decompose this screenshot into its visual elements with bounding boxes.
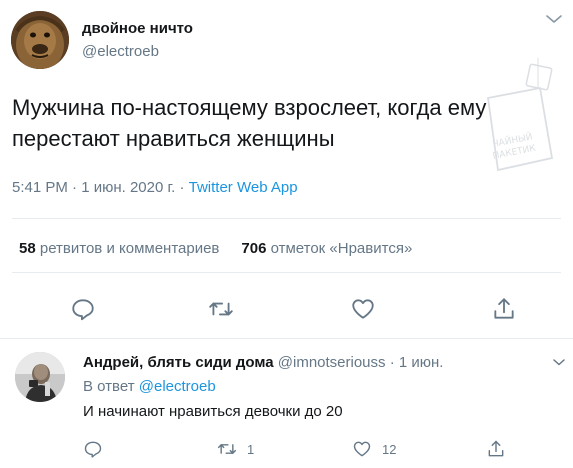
tweet-meta: 5:41 PM · 1 июн. 2020 г. · Twitter Web A… xyxy=(12,179,298,196)
reply-to-prefix: В ответ xyxy=(83,378,139,395)
tweet-text: Мужчина по-настоящему взрослеет, когда е… xyxy=(12,95,487,151)
reply-like-count: 12 xyxy=(382,441,397,457)
author-avatar[interactable] xyxy=(11,11,69,69)
share-icon[interactable] xyxy=(491,296,517,322)
retweet-icon[interactable] xyxy=(208,296,234,322)
divider xyxy=(0,338,573,339)
author-display-name[interactable]: двойное ничто xyxy=(82,20,193,37)
reply-icon[interactable] xyxy=(83,439,103,459)
share-icon[interactable] xyxy=(486,439,506,459)
retweets-count: 58 xyxy=(19,240,36,257)
divider xyxy=(12,218,561,219)
tweet-source-app[interactable]: Twitter Web App xyxy=(189,179,298,196)
like-icon[interactable] xyxy=(350,296,376,322)
reply-like-button[interactable]: 12 xyxy=(352,438,396,460)
reply-header: Андрей, блять сиди дома @imnotseriouss ·… xyxy=(83,354,443,371)
tweet-timestamp[interactable]: 5:41 PM · 1 июн. 2020 г. · xyxy=(12,179,189,196)
reply-time[interactable]: · 1 июн. xyxy=(386,354,444,371)
reply-retweet-button[interactable]: 1 xyxy=(217,438,254,460)
reply-retweet-count: 1 xyxy=(247,441,255,457)
reply-text: И начинают нравиться девочки до 20 xyxy=(83,403,343,420)
reply-icon[interactable] xyxy=(70,296,96,322)
reply-handle[interactable]: @imnotseriouss xyxy=(278,354,386,371)
retweets-label: ретвитов и комментариев xyxy=(39,240,220,257)
chevron-down-icon[interactable] xyxy=(551,354,567,370)
likes-stat[interactable]: 706 отметок «Нравится» xyxy=(241,240,412,257)
reply-share-button[interactable] xyxy=(486,438,506,460)
tweet-stats: 58 ретвитов и комментариев 706 отметок «Н… xyxy=(19,240,412,257)
author-handle[interactable]: @electroeb xyxy=(82,43,159,60)
reply-avatar[interactable] xyxy=(15,352,65,402)
reply-tweet[interactable]: Андрей, блять сиди дома @imnotseriouss ·… xyxy=(0,340,573,468)
reply-to-mention[interactable]: @electroeb xyxy=(139,378,216,395)
chevron-down-icon[interactable] xyxy=(543,8,565,30)
reply-to-line: В ответ @electroeb xyxy=(83,378,216,395)
retweet-icon[interactable] xyxy=(217,439,237,459)
likes-label: отметок «Нравится» xyxy=(270,240,413,257)
main-tweet: двойное ничто @electroeb ЧАЙНЫЙ ПАКЕТИК … xyxy=(0,0,573,340)
retweets-stat[interactable]: 58 ретвитов и комментариев xyxy=(19,240,219,257)
reply-reply-button[interactable] xyxy=(83,438,103,460)
reply-display-name[interactable]: Андрей, блять сиди дома xyxy=(83,354,274,371)
divider xyxy=(12,272,561,273)
like-icon[interactable] xyxy=(352,439,372,459)
likes-count: 706 xyxy=(241,240,267,257)
